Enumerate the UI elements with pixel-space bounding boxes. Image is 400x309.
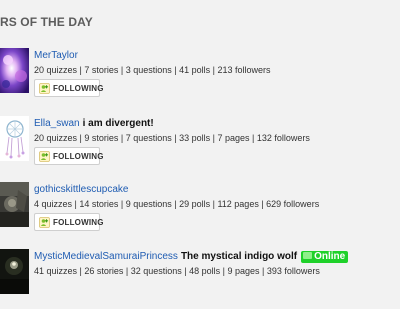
list-item: Ella_swan i am divergent! 20 quizzes | 9 … [0,116,400,176]
following-button[interactable]: FOLLOWING [34,213,103,231]
add-user-icon [39,151,50,162]
user-stats: 41 quizzes | 26 stories | 32 questions |… [34,266,320,276]
online-icon [303,251,313,259]
following-label: FOLLOWING [53,152,104,161]
following-button[interactable]: FOLLOWING [34,79,103,97]
add-user-icon [39,217,50,228]
add-user-icon [39,83,50,94]
user-tagline: i am divergent! [82,118,154,129]
following-button[interactable]: FOLLOWING [34,147,103,165]
following-label: FOLLOWING [53,84,104,93]
avatar[interactable] [0,48,29,93]
following-label: FOLLOWING [53,218,104,227]
user-tagline: The mystical indigo wolf [180,251,298,262]
avatar[interactable] [0,249,29,294]
username-link[interactable]: Ella_swan [34,118,80,129]
list-item: gothicskittlescupcake 4 quizzes | 14 sto… [0,182,400,242]
user-stats: 20 quizzes | 7 stories | 3 questions | 4… [34,65,271,75]
username-link[interactable]: MerTaylor [34,50,78,61]
online-label: Online [314,251,346,262]
list-item: MerTaylor 20 quizzes | 7 stories | 3 que… [0,48,400,108]
username-link[interactable]: MysticMedievalSamuraiPrincess [34,251,178,262]
online-status-badge: Online [301,251,349,263]
avatar[interactable] [0,182,29,227]
list-item: MysticMedievalSamuraiPrincess The mystica… [0,249,400,309]
user-stats: 20 quizzes | 9 stories | 7 questions | 3… [34,133,310,143]
username-link[interactable]: gothicskittlescupcake [34,184,129,195]
section-title: RS OF THE DAY [0,15,93,29]
user-stats: 4 quizzes | 14 stories | 9 questions | 2… [34,199,320,209]
avatar[interactable] [0,116,29,161]
